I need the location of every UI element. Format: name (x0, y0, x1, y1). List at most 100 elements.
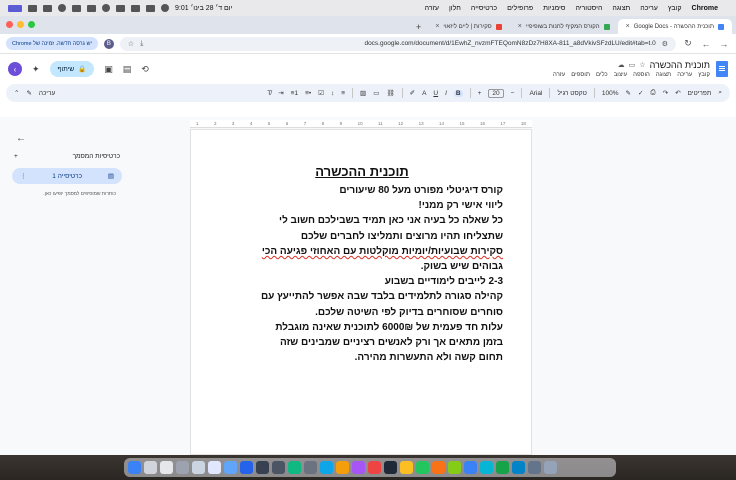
bold-icon[interactable]: B (453, 89, 463, 97)
finder-icon[interactable] (128, 461, 141, 474)
menu-history[interactable]: היסטוריה (575, 5, 602, 12)
menu-help[interactable]: עזרה (425, 5, 439, 12)
system-settings-icon[interactable] (272, 461, 285, 474)
editing-mode-label[interactable]: עריכה (39, 90, 55, 97)
app-store-icon[interactable] (224, 461, 237, 474)
apple-tv-icon[interactable] (384, 461, 397, 474)
search-menus-label[interactable]: תפריטים (688, 90, 712, 97)
share-button[interactable]: 🔒 שיתוף (49, 61, 95, 77)
minimize-window-button[interactable] (17, 21, 24, 28)
doc-line[interactable]: קהילה סגורה לתלמידים בלבד שבה אפשר להתיי… (221, 289, 503, 304)
docs-menu-extensions[interactable]: תוספים (571, 72, 590, 78)
docs-menu-insert[interactable]: הוספה (633, 72, 650, 78)
messages-icon[interactable] (480, 461, 493, 474)
clock[interactable]: יום ד׳ 28 בינו׳ 9:01 (175, 5, 232, 12)
url-text[interactable]: docs.google.com/document/d/1EwhZ_nvzmFTE… (149, 40, 655, 47)
document-tab-1[interactable]: ▤ כרטיסייה 1 ⋮ (12, 168, 122, 184)
clock-status-icon[interactable] (58, 4, 66, 12)
doc-heading[interactable]: תוכנית ההכשרה (221, 164, 503, 179)
chrome-update-chip[interactable]: יש גרסה חדשה. זמינה של Chrome (6, 37, 98, 50)
bulleted-list-icon[interactable]: •≡ (305, 90, 311, 97)
menu-edit[interactable]: עריכה (640, 5, 658, 12)
volume-icon[interactable] (87, 4, 96, 12)
music-icon[interactable] (368, 461, 381, 474)
doc-line[interactable]: סוחרים שסוחרים בדיוק לפי השיטה שלכם. (221, 305, 503, 320)
photos-booth-icon[interactable] (192, 461, 205, 474)
notes-icon[interactable] (160, 461, 173, 474)
add-tab-icon[interactable]: + (14, 153, 18, 160)
tab-reviews[interactable]: סקירות | ליים ליזאוי × (427, 19, 509, 34)
app-status-icon[interactable] (8, 4, 22, 12)
preview-icon[interactable] (176, 461, 189, 474)
back-arrow-icon[interactable]: ← (16, 133, 26, 144)
download-icon[interactable]: ⤓ (140, 40, 143, 48)
menu-window[interactable]: חלון (449, 5, 461, 12)
docs-menu-format[interactable]: עיצוב (614, 72, 627, 78)
clear-format-icon[interactable]: T̸ (267, 90, 271, 97)
facetime-icon[interactable] (496, 461, 509, 474)
close-tab-icon[interactable]: × (518, 23, 522, 30)
paint-format-icon[interactable]: ✎ (626, 89, 631, 97)
docs-menu-view[interactable]: תצוגה (656, 72, 671, 78)
docs-menu-help[interactable]: עזרה (553, 72, 565, 78)
document-page[interactable]: תוכנית ההכשרה קורס דיגיטלי מפורט מעל 80 … (190, 129, 532, 455)
doc-line[interactable]: עלות חד פעמית של 6000₪ לתוכנית שאינה מוג… (221, 320, 503, 335)
keyboard-icon[interactable] (43, 4, 52, 12)
align-icon[interactable]: ≡ (341, 90, 345, 97)
checklist-icon[interactable]: ☑ (318, 89, 324, 97)
star-icon[interactable]: ☆ (639, 61, 645, 69)
zoom-select[interactable]: 100% (602, 90, 619, 97)
comment-icon[interactable]: ▭ (373, 89, 379, 97)
menu-view[interactable]: תצוגה (612, 5, 630, 12)
doc-line[interactable]: 2-3 לייבים לימודיים בשבוע (221, 274, 503, 289)
close-tab-icon[interactable]: × (626, 23, 630, 30)
doc-line[interactable]: תחום קשה ולא התעשרות מהירה. (221, 350, 503, 365)
docs-logo-icon[interactable] (716, 61, 728, 77)
chrome-icon[interactable] (288, 461, 301, 474)
reload-icon[interactable]: ↻ (682, 38, 694, 49)
control-center-icon[interactable] (161, 4, 169, 12)
back-arrow-icon[interactable]: → (718, 39, 730, 49)
style-select[interactable]: טקסט רגיל (557, 90, 586, 97)
redo-icon[interactable]: ↷ (663, 89, 668, 97)
move-folder-icon[interactable]: ▭ (629, 61, 636, 69)
tab-docs[interactable]: תוכנית ההכשרה - Google Docs × (617, 19, 732, 34)
comments-icon[interactable]: ▤ (123, 64, 132, 75)
history-icon[interactable]: ⟲ (141, 64, 149, 75)
doc-line[interactable]: כל שאלה כל בעיה אני כאן תמיד בשבילכם חשו… (221, 213, 503, 228)
link-icon[interactable]: ⛓ (386, 89, 394, 97)
numbered-list-icon[interactable]: 1≡ (291, 90, 298, 97)
tab-more-icon[interactable]: ⋮ (20, 172, 27, 180)
downloads-folder-icon[interactable] (528, 461, 541, 474)
search-menus-icon[interactable]: ⌕ (718, 89, 722, 97)
telegram-icon[interactable] (512, 461, 525, 474)
docs-menu-tools[interactable]: כלים (596, 72, 608, 78)
firefox-icon[interactable] (432, 461, 445, 474)
whatsapp-icon[interactable] (416, 461, 429, 474)
underline-icon[interactable]: U (433, 90, 438, 97)
headphones-icon[interactable] (102, 4, 110, 12)
highlight-icon[interactable]: ✐ (410, 89, 415, 97)
indent-icon[interactable]: ⇥ (278, 89, 283, 97)
image-icon[interactable]: ▨ (360, 89, 366, 97)
new-tab-button[interactable]: + (410, 19, 427, 34)
horizontal-ruler[interactable]: 1 2 3 4 5 6 7 8 9 10 11 12 13 14 15 16 1… (190, 120, 532, 128)
omnibox[interactable]: ☆ ⤓ docs.google.com/document/d/1EwhZ_nvz… (119, 36, 676, 51)
display-icon[interactable] (28, 4, 37, 12)
bookmark-star-icon[interactable]: ☆ (128, 40, 134, 48)
mail-icon[interactable] (208, 461, 221, 474)
undo-icon[interactable]: ↶ (675, 89, 680, 97)
docs-menu-edit[interactable]: עריכה (677, 72, 692, 78)
font-size-input[interactable]: 20 (488, 88, 504, 98)
meet-icon[interactable]: ▣ (104, 64, 113, 75)
doc-line[interactable]: קורס דיגיטלי מפורט מעל 80 שיעורים (221, 183, 503, 198)
account-avatar[interactable]: › (8, 62, 22, 76)
doc-line[interactable]: בזמן מתאים אך ורק לאנשים רציניים שמבינים… (221, 335, 503, 350)
menu-file[interactable]: קובץ (668, 5, 682, 12)
terminal-icon[interactable] (256, 461, 269, 474)
line-spacing-icon[interactable]: ↕ (331, 90, 334, 97)
doc-line[interactable]: גבוהים שיש בשוק. (221, 259, 503, 274)
profile-avatar[interactable]: B (103, 38, 114, 49)
app-name[interactable]: Chrome (692, 5, 718, 12)
menu-bookmarks[interactable]: סימניות (543, 5, 565, 12)
